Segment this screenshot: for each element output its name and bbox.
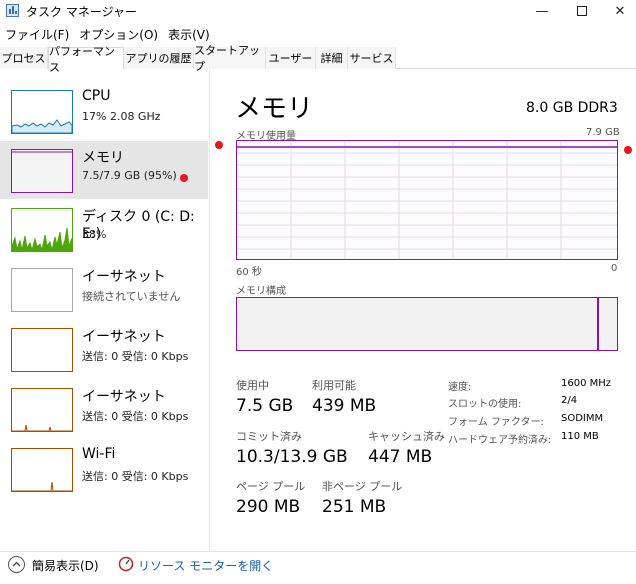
sidebar-item-title: イーサネット: [82, 389, 166, 405]
wifi-thumbnail-graph: [11, 448, 73, 492]
available-label: 利用可能: [312, 379, 356, 392]
sidebar-item-subtitle: 送信: 0 受信: 0 Kbps: [82, 470, 189, 483]
paged-pool-label: ページ プール: [236, 480, 306, 493]
chevron-up-glyph: [12, 561, 21, 567]
maximize-icon: [577, 6, 587, 16]
sidebar-item-title: イーサネット: [82, 269, 166, 285]
cached-value: 447 MB: [368, 447, 433, 467]
menu-bar: ファイル(F) オプション(O) 表示(V): [0, 24, 215, 44]
sidebar-item-title: Wi-Fi: [82, 446, 116, 462]
memory-usage-max: 7.9 GB: [586, 127, 620, 138]
chevron-up-icon[interactable]: [8, 556, 25, 573]
committed-label: コミット済み: [236, 430, 302, 443]
sidebar-item-wifi[interactable]: Wi-Fi 送信: 0 受信: 0 Kbps: [0, 440, 208, 498]
sidebar-item-ethernet-2[interactable]: イーサネット 送信: 0 受信: 0 Kbps: [0, 320, 208, 378]
sidebar-item-title: メモリ: [82, 150, 124, 166]
sidebar-item-cpu[interactable]: CPU 17% 2.08 GHz: [0, 82, 208, 140]
sidebar-item-subtitle: 接続されていません: [82, 290, 181, 303]
tab-services[interactable]: サービス: [348, 47, 396, 69]
page-title: メモリ: [235, 94, 314, 124]
memory-usage-graph: [236, 140, 618, 260]
sidebar-item-ethernet-3[interactable]: イーサネット 送信: 0 受信: 0 Kbps: [0, 380, 208, 438]
sidebar-item-subtitle: 7.5/7.9 GB (95%): [82, 169, 177, 182]
slots-used-label: スロットの使用:: [448, 399, 522, 410]
tab-details[interactable]: 詳細: [316, 47, 348, 69]
menu-options[interactable]: オプション(O): [74, 24, 163, 44]
axis-left-label: 60 秒: [236, 267, 262, 278]
window-title: タスク マネージャー: [26, 5, 137, 19]
memory-composition-divider: [597, 298, 599, 350]
slots-used-value: 2/4: [561, 395, 578, 406]
ethernet-thumbnail-graph: [11, 328, 73, 372]
sidebar-item-subtitle: 17% 2.08 GHz: [82, 110, 161, 123]
performance-sidebar: CPU 17% 2.08 GHz メモリ 7.5/7.9 GB (95%) ディ…: [0, 70, 210, 550]
sidebar-item-title: CPU: [82, 88, 111, 104]
sidebar-item-subtitle: 送信: 0 受信: 0 Kbps: [82, 350, 189, 363]
hardware-reserved-value: 110 MB: [561, 431, 599, 442]
memory-thumbnail-graph: [11, 149, 73, 193]
annotation-dot: [180, 174, 188, 182]
sidebar-item-title: イーサネット: [82, 329, 166, 345]
minimize-icon: —: [535, 3, 549, 19]
nonpaged-pool-value: 251 MB: [322, 497, 387, 517]
hardware-reserved-label: ハードウェア予約済み:: [448, 435, 552, 446]
cached-label: キャッシュ済み: [368, 430, 445, 443]
sidebar-item-subtitle: 38%: [82, 228, 107, 241]
speed-value: 1600 MHz: [561, 378, 612, 389]
available-value: 439 MB: [312, 396, 377, 416]
menu-file[interactable]: ファイル(F): [0, 24, 74, 44]
in-use-value: 7.5 GB: [236, 396, 294, 416]
axis-right-label: 0: [611, 263, 618, 274]
minimize-button[interactable]: —: [522, 0, 562, 22]
memory-spec: 8.0 GB DDR3: [526, 100, 618, 116]
nonpaged-pool-label: 非ページ プール: [322, 480, 403, 493]
menu-view[interactable]: 表示(V): [163, 24, 215, 44]
speed-label: 速度:: [448, 382, 472, 393]
form-factor-label: フォーム ファクター:: [448, 417, 544, 428]
ethernet-thumbnail-graph: [11, 268, 73, 312]
tab-startup[interactable]: スタートアップ: [194, 44, 266, 73]
open-resource-monitor-link[interactable]: リソース モニターを開く: [138, 557, 273, 574]
sidebar-item-subtitle: 送信: 0 受信: 0 Kbps: [82, 410, 189, 423]
tab-performance[interactable]: パフォーマンス: [48, 45, 124, 74]
sidebar-item-ethernet-1[interactable]: イーサネット 接続されていません: [0, 260, 208, 318]
tab-bar: プロセス パフォーマンス アプリの履歴 スタートアップ ユーザー 詳細 サービス: [0, 44, 636, 74]
sidebar-item-memory[interactable]: メモリ 7.5/7.9 GB (95%): [0, 141, 208, 199]
sidebar-item-disk[interactable]: ディスク 0 (C: D: E:) 38%: [0, 200, 208, 258]
memory-composition-label: メモリ構成: [236, 286, 286, 297]
simple-view-button[interactable]: 簡易表示(D): [32, 557, 99, 574]
paged-pool-value: 290 MB: [236, 497, 301, 517]
resource-monitor-icon: [118, 556, 134, 572]
disk-thumbnail-graph: [11, 208, 73, 252]
maximize-button[interactable]: [562, 0, 602, 22]
memory-composition-bar: [236, 297, 618, 351]
close-button[interactable]: ✕: [600, 0, 636, 22]
tab-processes[interactable]: プロセス: [0, 47, 48, 69]
in-use-label: 使用中: [236, 379, 269, 392]
tab-users[interactable]: ユーザー: [266, 47, 316, 69]
form-factor-value: SODIMM: [561, 413, 604, 424]
tab-app-history[interactable]: アプリの履歴: [124, 47, 194, 69]
cpu-thumbnail-graph: [11, 90, 73, 134]
annotation-dot: [624, 146, 632, 154]
committed-value: 10.3/13.9 GB: [236, 447, 348, 467]
ethernet-thumbnail-graph: [11, 388, 73, 432]
annotation-dot: [215, 141, 223, 149]
close-icon: ✕: [614, 3, 626, 19]
task-manager-app-icon: [6, 4, 19, 17]
